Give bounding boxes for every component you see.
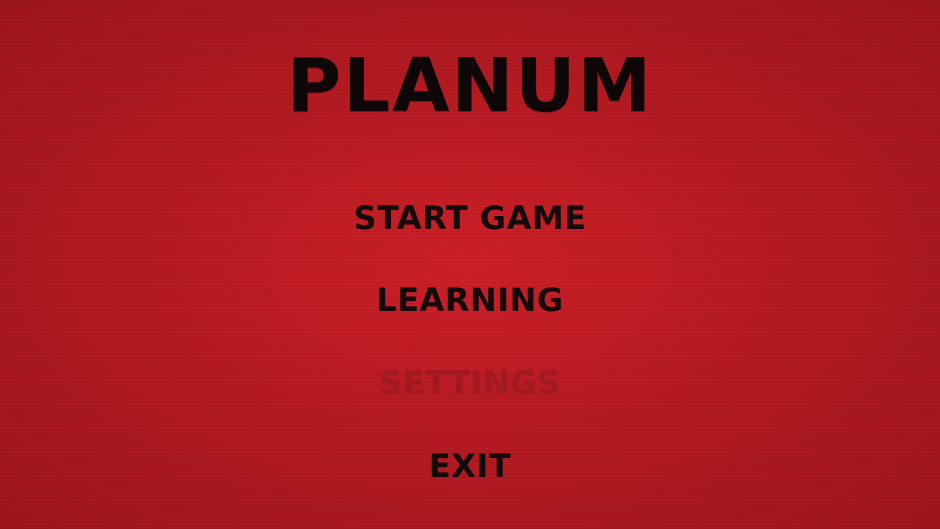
main-menu: START GAME LEARNING SETTINGS EXIT — [0, 0, 940, 529]
learning-button[interactable]: LEARNING — [270, 275, 670, 325]
exit-button[interactable]: EXIT — [270, 441, 670, 491]
start-game-button[interactable]: START GAME — [270, 193, 670, 243]
settings-button[interactable]: SETTINGS — [270, 358, 670, 408]
main-menu-screen: PLANUM START GAME LEARNING SETTINGS EXIT — [0, 0, 940, 529]
